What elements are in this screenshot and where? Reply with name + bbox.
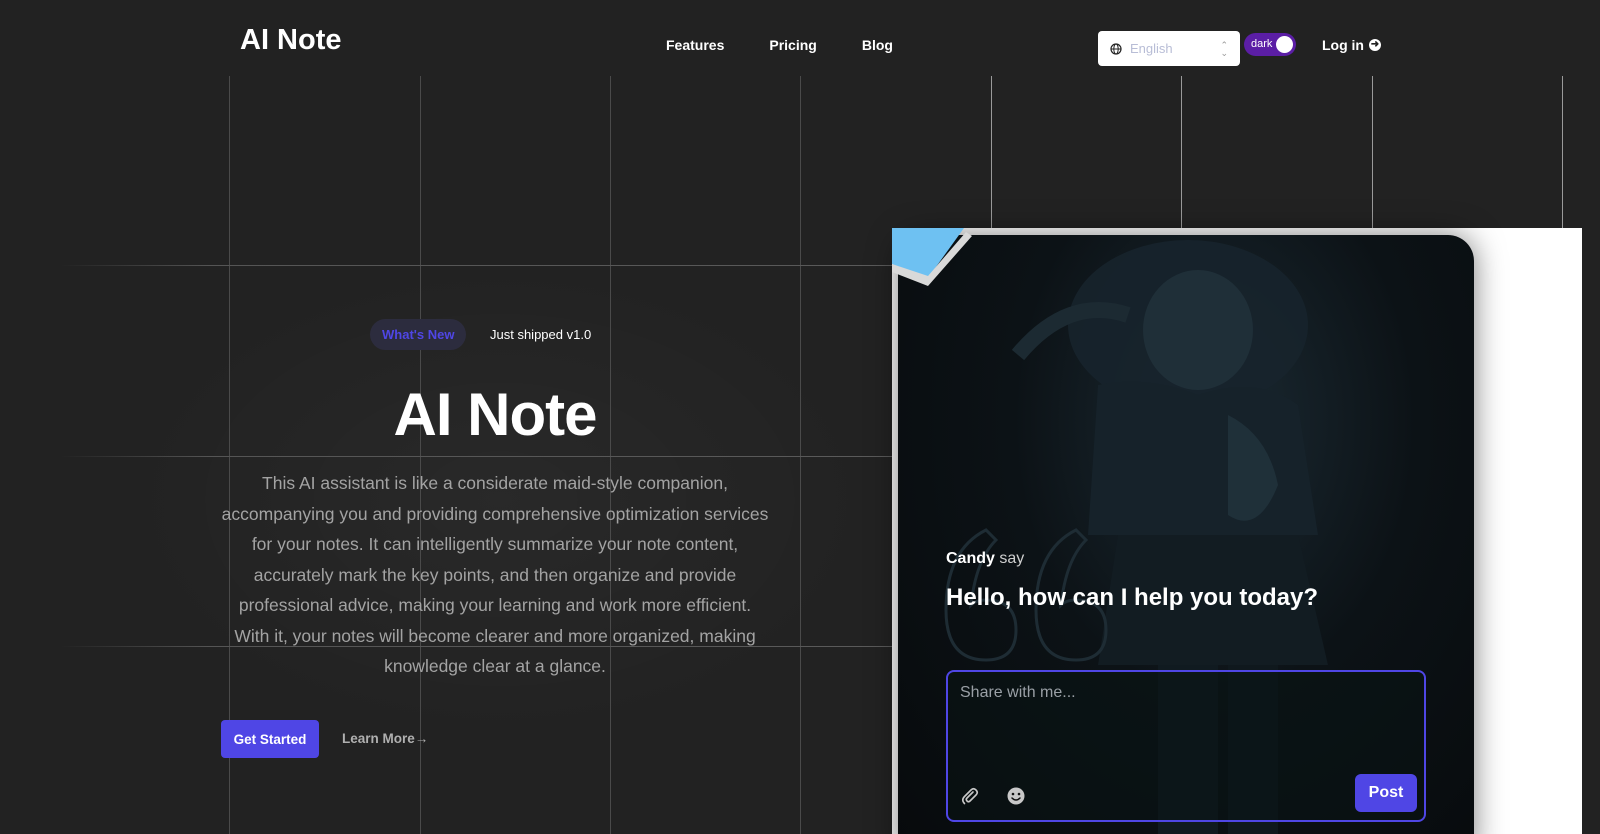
page: AI Note Features Pricing Blog English ⌃ ⌄…	[0, 0, 1600, 834]
language-value: English	[1130, 41, 1173, 56]
login-link[interactable]: Log in ➜	[1322, 37, 1381, 53]
corner-ribbon	[892, 228, 972, 286]
speaker-suffix: say	[999, 550, 1025, 567]
emoji-icon[interactable]	[1006, 786, 1026, 806]
get-started-button[interactable]: Get Started	[221, 720, 319, 758]
nav-pricing[interactable]: Pricing	[769, 37, 816, 53]
theme-toggle[interactable]: dark	[1244, 33, 1296, 56]
nav-blog[interactable]: Blog	[862, 37, 893, 53]
login-label: Log in	[1322, 37, 1364, 53]
arrow-right-circle-icon: ➜	[1369, 39, 1381, 51]
language-select[interactable]: English ⌃ ⌄	[1098, 31, 1240, 66]
main-nav: Features Pricing Blog	[666, 37, 893, 53]
chevron-updown-icon: ⌃ ⌄	[1220, 39, 1228, 58]
whats-new-badge[interactable]: What's New	[370, 319, 467, 350]
speaker-line: Candy say	[946, 550, 1024, 568]
post-button[interactable]: Post	[1355, 774, 1417, 812]
toggle-knob	[1276, 36, 1293, 53]
hero-title: AI Note	[393, 381, 598, 448]
shipped-text: Just shipped v1.0	[490, 327, 592, 342]
speaker-name: Candy	[946, 550, 995, 567]
learn-more-link[interactable]: Learn More→	[342, 731, 428, 746]
site-logo[interactable]: AI Note	[240, 24, 342, 57]
paperclip-icon[interactable]	[960, 786, 980, 806]
theme-label: dark	[1251, 38, 1273, 50]
nav-features[interactable]: Features	[666, 37, 724, 53]
globe-icon	[1110, 42, 1122, 55]
chat-input[interactable]	[958, 682, 1412, 756]
hero-description: This AI assistant is like a considerate …	[221, 473, 769, 676]
chat-greeting: Hello, how can I help you today?	[946, 584, 1319, 611]
chat-input-box: Post	[946, 670, 1426, 822]
